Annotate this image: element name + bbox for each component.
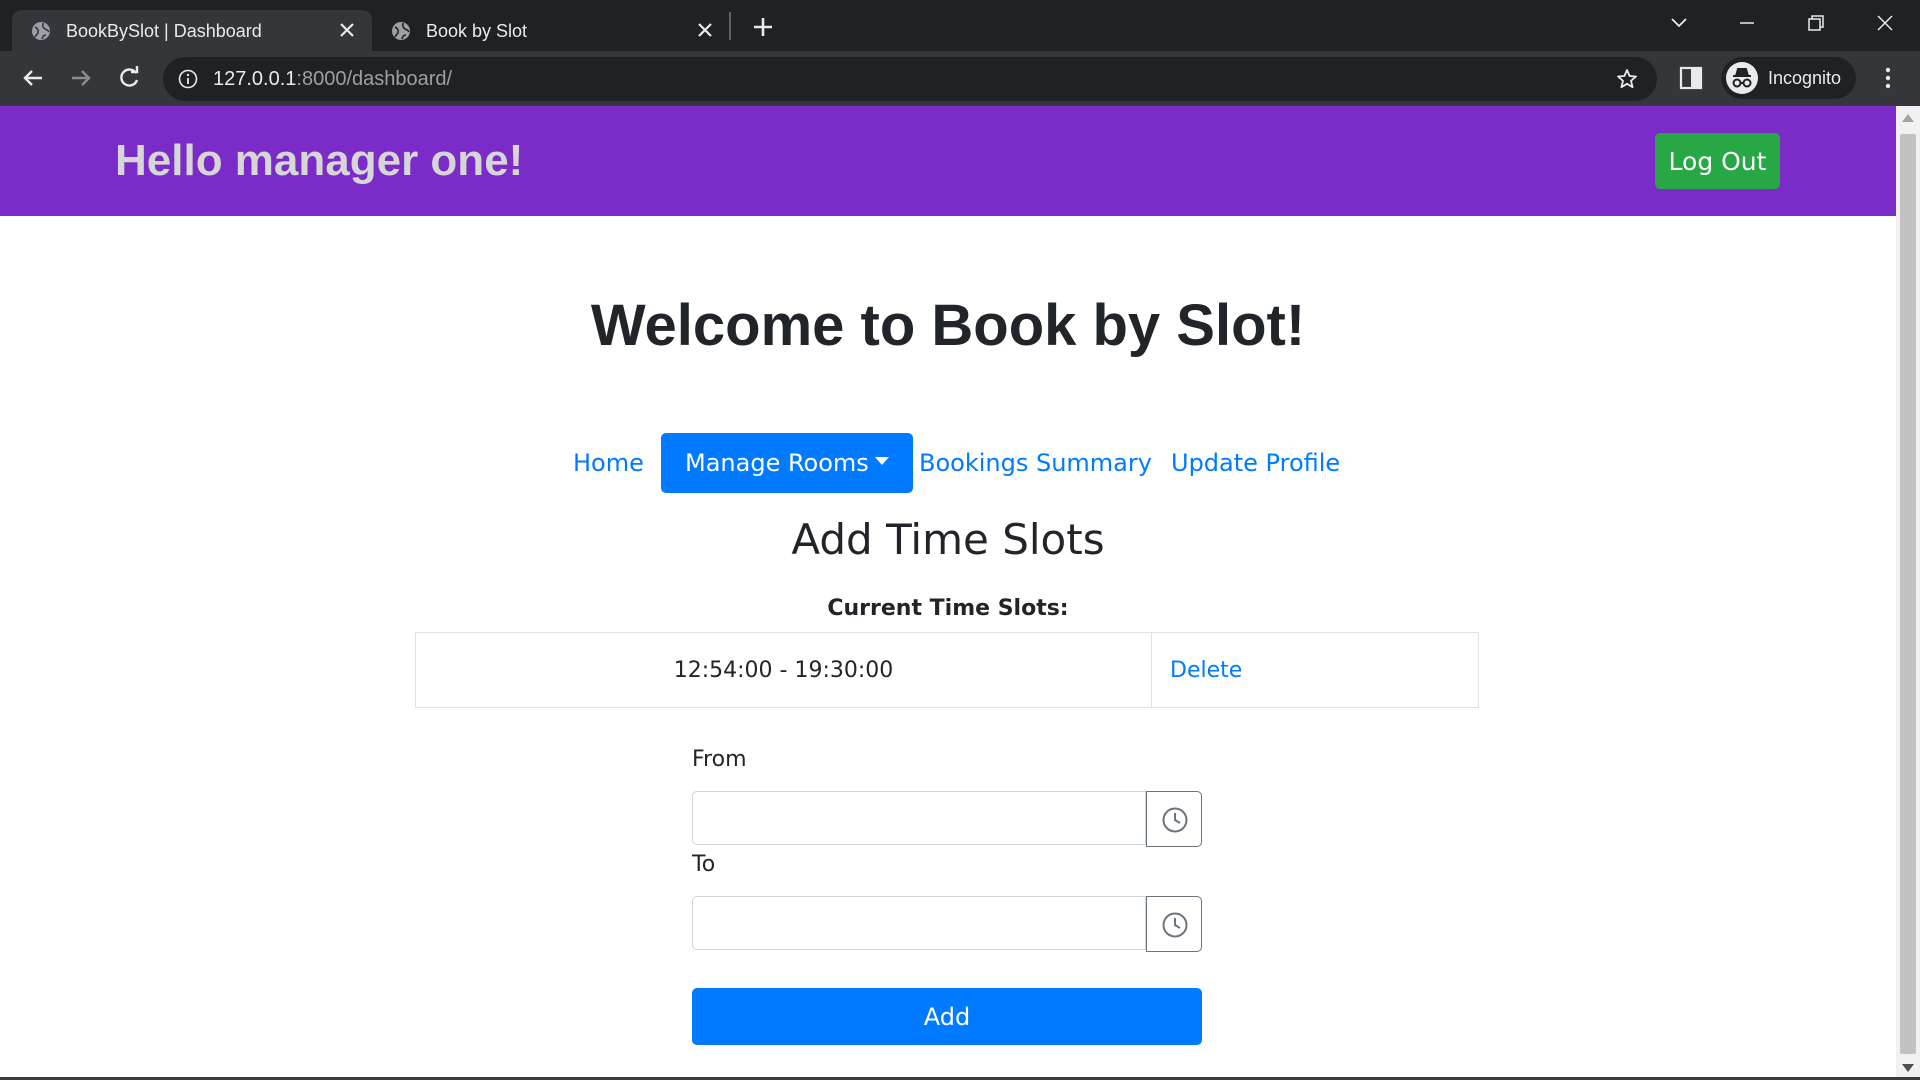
nav-manage-rooms[interactable]: Manage Rooms xyxy=(661,433,913,493)
minimize-icon[interactable] xyxy=(1732,8,1762,38)
nav-home[interactable]: Home xyxy=(573,433,644,493)
time-slots-table: 12:54:00 - 19:30:00 Delete xyxy=(415,632,1479,708)
to-input-group xyxy=(692,896,1202,952)
from-time-input[interactable] xyxy=(692,791,1146,845)
from-label: From xyxy=(692,747,747,772)
globe-icon xyxy=(392,22,410,40)
tab-book-by-slot[interactable]: Book by Slot xyxy=(372,10,730,51)
tab-title: BookBySlot | Dashboard xyxy=(66,21,262,41)
close-icon[interactable] xyxy=(336,19,358,41)
nav-manage-rooms-label: Manage Rooms xyxy=(685,449,869,477)
page-viewport: Hello manager one! Log Out Welcome to Bo… xyxy=(0,106,1896,1080)
from-input-group xyxy=(692,791,1202,847)
close-window-icon[interactable] xyxy=(1870,8,1900,38)
to-time-picker-button[interactable] xyxy=(1146,896,1202,952)
reload-icon[interactable] xyxy=(114,63,144,93)
top-header: Hello manager one! Log Out xyxy=(0,106,1896,216)
add-slot-button[interactable]: Add xyxy=(692,988,1202,1045)
more-menu-icon[interactable] xyxy=(1876,64,1900,92)
nav-update-profile[interactable]: Update Profile xyxy=(1171,433,1340,493)
browser-tab-strip: BookBySlot | Dashboard Book by Slot xyxy=(0,0,1920,51)
new-tab-icon[interactable] xyxy=(748,12,778,42)
section-title: Add Time Slots xyxy=(791,515,1105,564)
tab-dashboard[interactable]: BookBySlot | Dashboard xyxy=(12,10,372,51)
restore-icon[interactable] xyxy=(1801,8,1831,38)
scroll-down-icon[interactable] xyxy=(1902,1064,1914,1072)
url-path: :8000/dashboard/ xyxy=(296,68,453,90)
close-icon[interactable] xyxy=(694,19,716,41)
incognito-badge[interactable]: Incognito xyxy=(1721,57,1856,99)
tab-title: Book by Slot xyxy=(426,21,528,41)
table-row: 12:54:00 - 19:30:00 Delete xyxy=(415,632,1479,708)
url-text: 127.0.0.1:8000/dashboard/ xyxy=(213,68,452,91)
side-panel-icon[interactable] xyxy=(1678,65,1704,91)
caret-down-icon xyxy=(874,457,889,465)
forward-icon[interactable] xyxy=(66,63,96,93)
to-label: To xyxy=(692,852,716,877)
star-icon[interactable] xyxy=(1615,67,1639,91)
clock-icon xyxy=(1162,807,1188,833)
scrollbar-thumb[interactable] xyxy=(1900,134,1916,1054)
greeting-text: Hello manager one! xyxy=(115,136,524,185)
incognito-icon xyxy=(1726,62,1758,94)
clock-icon xyxy=(1162,912,1188,938)
globe-icon xyxy=(32,22,50,40)
address-bar[interactable]: 127.0.0.1:8000/dashboard/ xyxy=(163,57,1657,101)
page-title: Welcome to Book by Slot! xyxy=(590,293,1306,358)
back-icon[interactable] xyxy=(18,63,48,93)
tab-divider xyxy=(729,12,731,40)
tab-search-icon[interactable] xyxy=(1664,8,1694,38)
delete-slot-link[interactable]: Delete xyxy=(1151,632,1479,708)
nav-pills: Home Manage Rooms Bookings Summary Updat… xyxy=(0,433,1896,493)
current-slots-label: Current Time Slots: xyxy=(827,596,1069,621)
site-info-icon[interactable] xyxy=(177,68,199,90)
nav-bookings-summary[interactable]: Bookings Summary xyxy=(919,433,1152,493)
browser-toolbar: 127.0.0.1:8000/dashboard/ Incognito xyxy=(0,51,1920,106)
profile-label: Incognito xyxy=(1768,68,1842,88)
slot-time-range: 12:54:00 - 19:30:00 xyxy=(415,632,1152,708)
page-scrollbar[interactable] xyxy=(1896,106,1920,1080)
url-host: 127.0.0.1 xyxy=(213,68,297,90)
scroll-up-icon[interactable] xyxy=(1902,114,1914,122)
from-time-picker-button[interactable] xyxy=(1146,791,1202,847)
to-time-input[interactable] xyxy=(692,896,1146,950)
logout-button[interactable]: Log Out xyxy=(1655,133,1780,189)
